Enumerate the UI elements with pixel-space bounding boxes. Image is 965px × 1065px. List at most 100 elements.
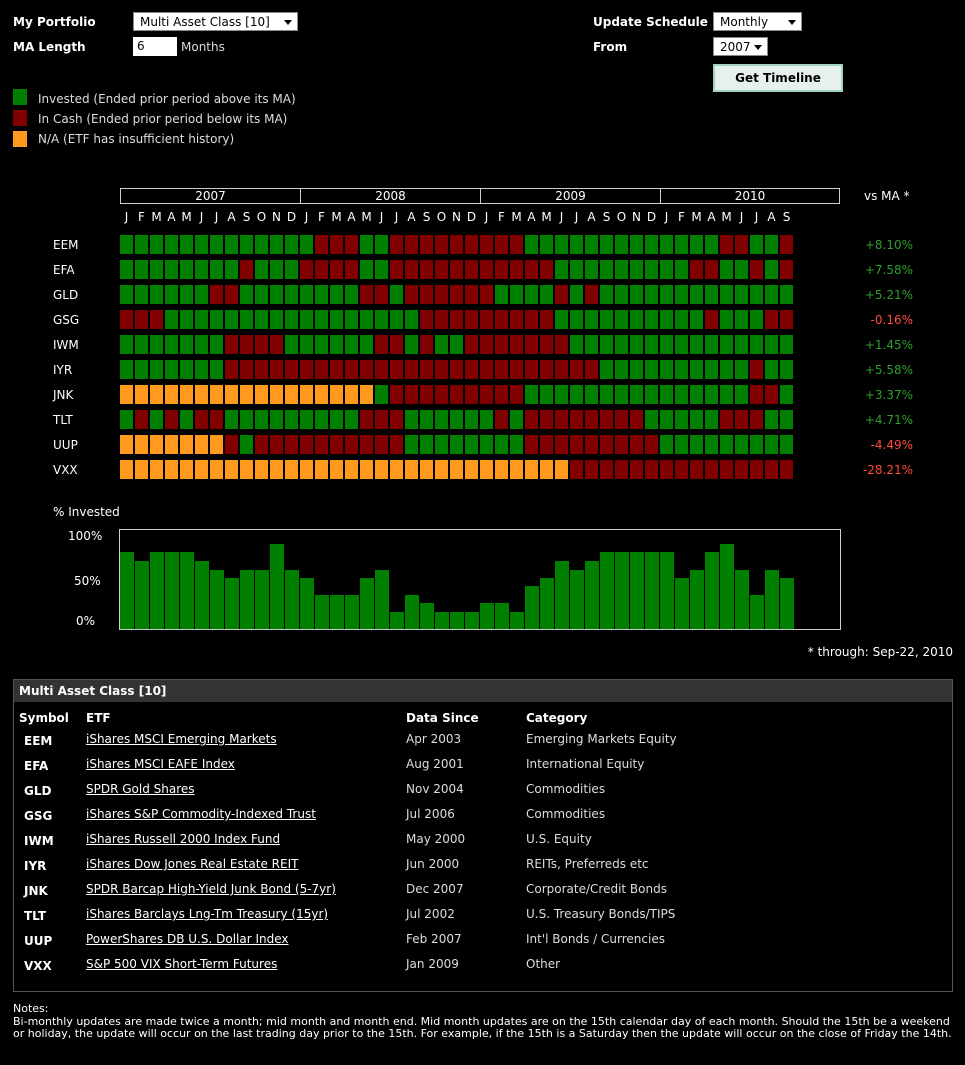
signal-cell [510,285,523,304]
etf-link[interactable]: iShares MSCI EAFE Index [86,757,235,771]
from-year-select[interactable]: 2007 [713,37,768,56]
signal-cell [615,460,628,479]
signal-cell [480,335,493,354]
signal-cell [780,360,793,379]
signal-cell [450,460,463,479]
signal-cell [120,335,133,354]
signal-cell [750,335,763,354]
signal-cell [225,285,238,304]
signal-cell [300,385,313,404]
signal-cell [405,235,418,254]
signal-cell [150,310,163,329]
signal-cell [315,435,328,454]
signal-cell [360,260,373,279]
signal-cell [345,410,358,429]
data-since: Jul 2006 [406,807,455,821]
signal-cell [255,435,268,454]
category: Corporate/Credit Bonds [526,882,667,896]
signal-cell [765,410,778,429]
signal-cell [135,335,148,354]
signal-cell [495,335,508,354]
signal-cell [585,435,598,454]
signal-cell [225,260,238,279]
signal-cell [570,285,583,304]
row-symbol: EFA [53,263,75,277]
signal-cell [540,260,553,279]
etf-link[interactable]: S&P 500 VIX Short-Term Futures [86,957,277,971]
signal-cell [690,435,703,454]
etf-link[interactable]: SPDR Barcap High-Yield Junk Bond (5-7yr) [86,882,336,896]
month-label: J [199,210,204,224]
signal-cell [600,235,613,254]
invested-bar [195,561,209,629]
signal-cell [600,310,613,329]
signal-cell [660,235,673,254]
ma-length-input[interactable]: 6 [133,37,177,56]
signal-cell [435,410,448,429]
etf-link[interactable]: iShares MSCI Emerging Markets [86,732,277,746]
signal-cell [180,260,193,279]
signal-cell [390,235,403,254]
signal-cell [300,285,313,304]
signal-cell [750,235,763,254]
invested-bar [375,570,389,629]
month-label: F [678,210,685,224]
portfolio-select[interactable]: Multi Asset Class [10] [133,12,298,31]
update-schedule-select[interactable]: Monthly [713,12,802,31]
signal-cell [660,310,673,329]
signal-cell [765,335,778,354]
signal-cell [780,260,793,279]
table-symbol: IWM [24,834,54,848]
month-label: D [466,210,477,224]
signal-cell [240,385,253,404]
month-label: N [632,210,641,224]
through-note: * through: Sep-22, 2010 [807,645,953,659]
signal-cell [780,385,793,404]
signal-cell [240,460,253,479]
signal-cell [750,385,763,404]
signal-cell [210,235,223,254]
etf-link[interactable]: PowerShares DB U.S. Dollar Index [86,932,289,946]
month-label: J [574,210,579,224]
signal-cell [780,310,793,329]
signal-cell [585,360,598,379]
signal-cell [555,260,568,279]
signal-cell [780,435,793,454]
signal-cell [375,235,388,254]
signal-cell [120,260,133,279]
etf-link[interactable]: iShares S&P Commodity-Indexed Trust [86,807,316,821]
month-label: S [782,210,791,224]
invested-bar [480,603,494,629]
etf-link[interactable]: SPDR Gold Shares [86,782,195,796]
get-timeline-button[interactable]: Get Timeline [713,64,843,92]
signal-cell [615,285,628,304]
category: U.S. Treasury Bonds/TIPS [526,907,676,921]
signal-cell [675,360,688,379]
signal-cell [120,385,133,404]
signal-cell [555,360,568,379]
signal-cell [360,235,373,254]
etf-link[interactable]: iShares Barclays Lng-Tm Treasury (15yr) [86,907,328,921]
row-vs-ma: +7.58% [864,263,913,277]
signal-cell [555,385,568,404]
signal-cell [525,410,538,429]
signal-cell [330,385,343,404]
signal-cell [405,410,418,429]
etf-link[interactable]: iShares Dow Jones Real Estate REIT [86,857,298,871]
signal-cell [135,310,148,329]
signal-cell [285,335,298,354]
portfolio-select-value: Multi Asset Class [10] [140,15,270,29]
etf-link[interactable]: iShares Russell 2000 Index Fund [86,832,280,846]
month-label: J [124,210,129,224]
signal-cell [300,410,313,429]
month-label: F [498,210,505,224]
signal-cell [390,385,403,404]
month-label: O [256,210,267,224]
signal-cell [435,385,448,404]
signal-cell [270,460,283,479]
signal-cell [195,360,208,379]
month-label: J [379,210,384,224]
signal-cell [195,410,208,429]
signal-cell [495,435,508,454]
signal-cell [180,385,193,404]
